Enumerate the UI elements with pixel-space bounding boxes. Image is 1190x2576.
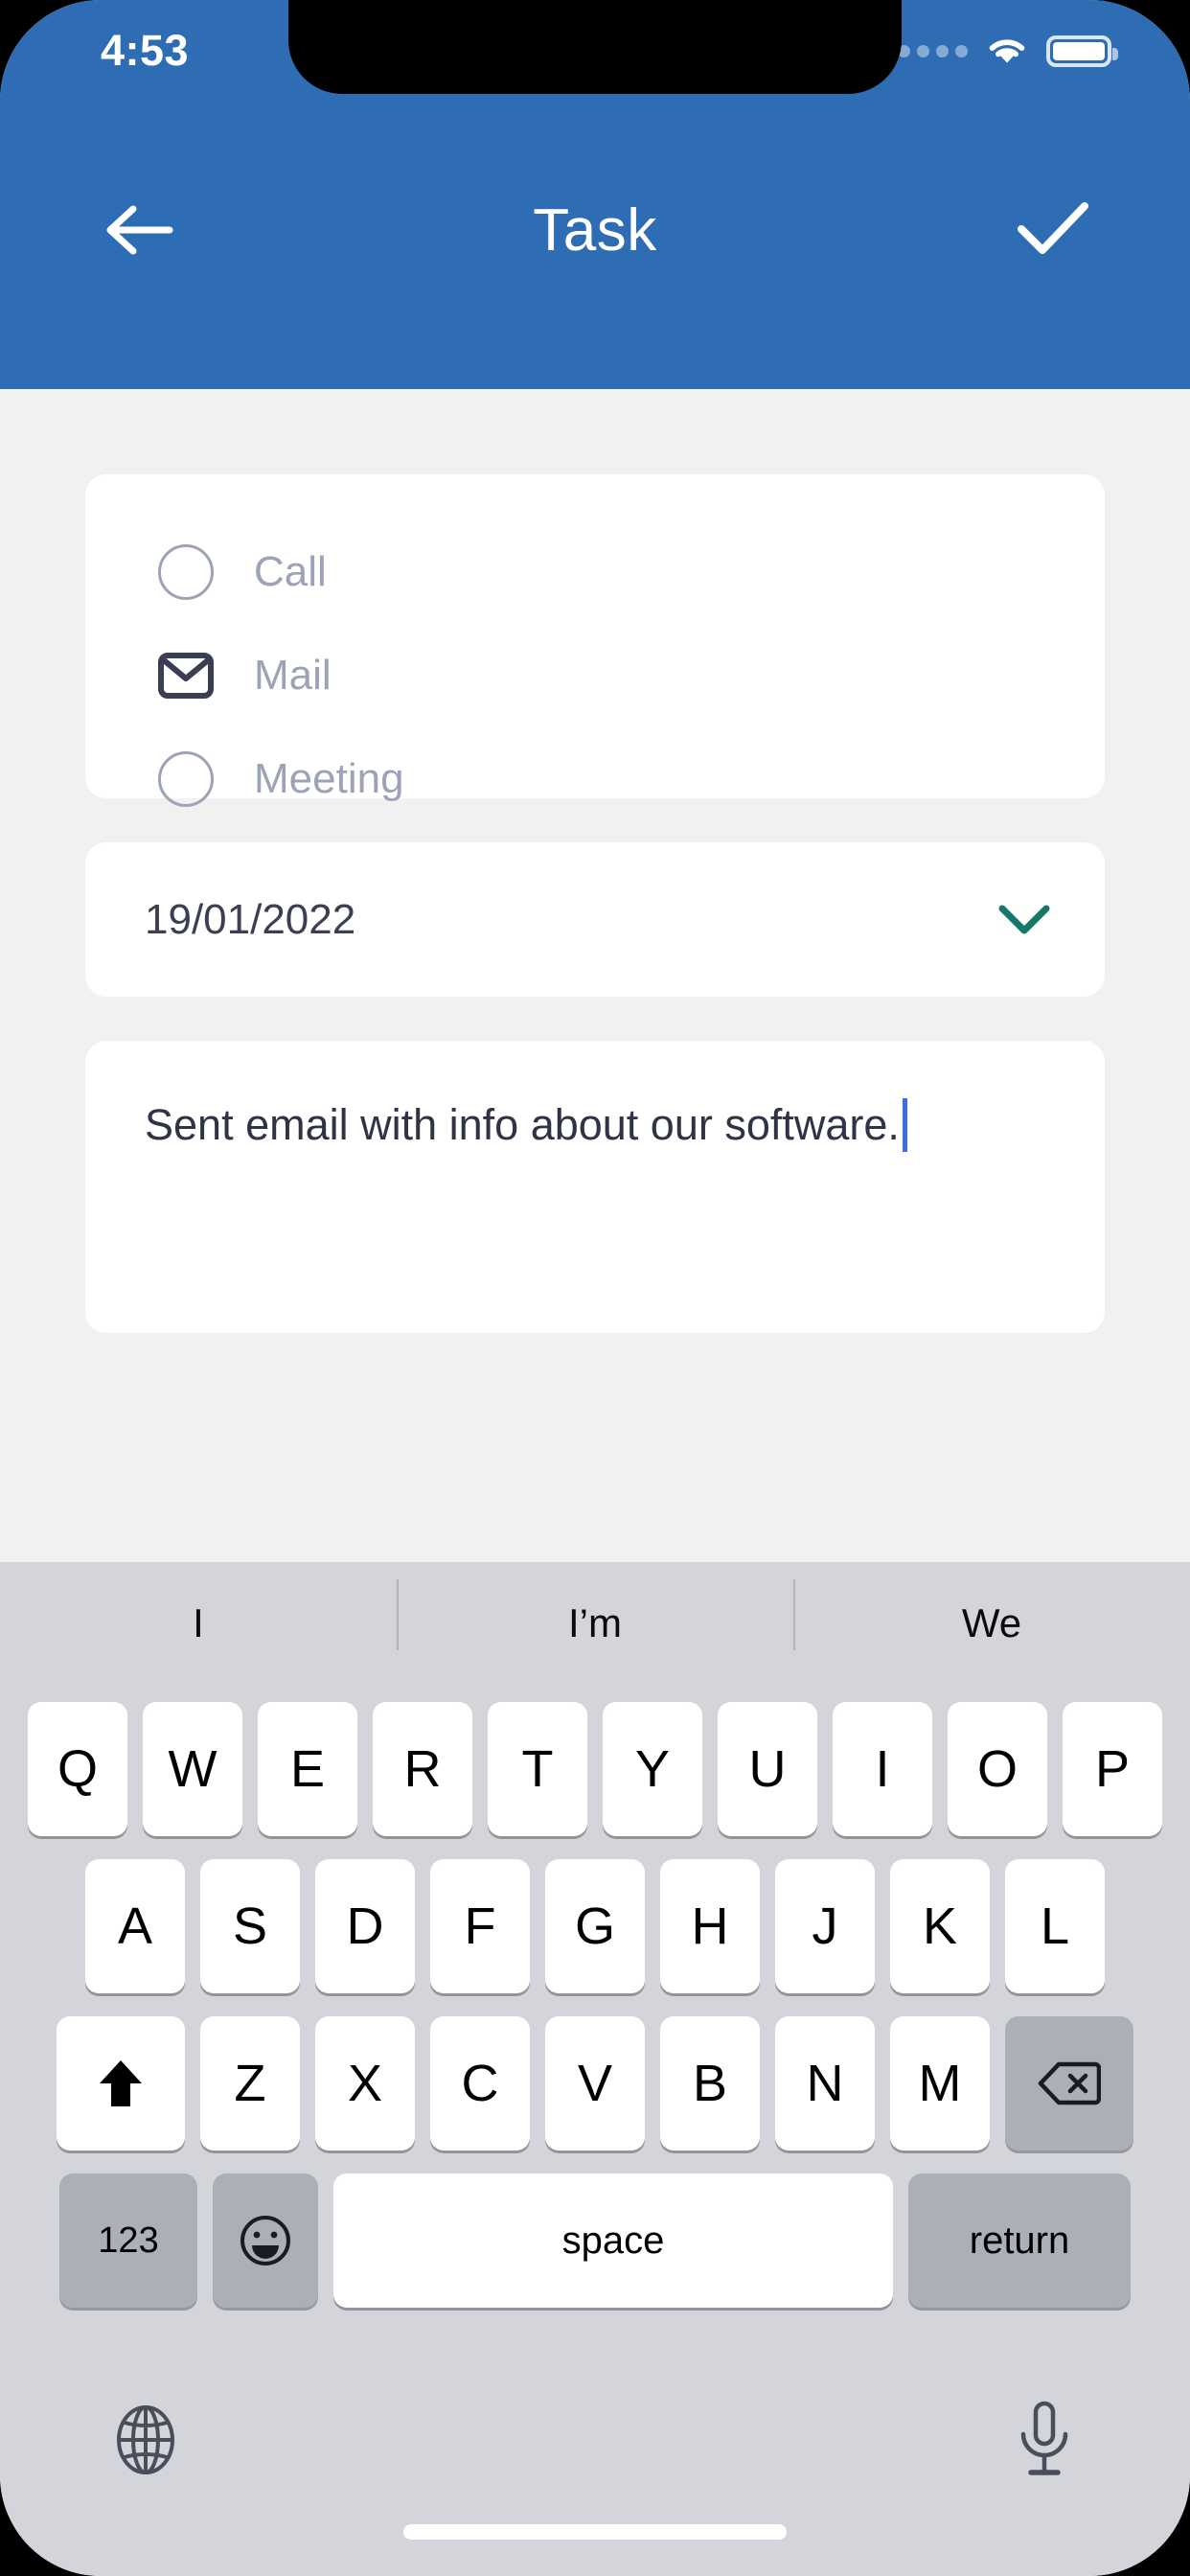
key-u[interactable]: U bbox=[718, 1702, 817, 1836]
key-r[interactable]: R bbox=[373, 1702, 472, 1836]
key-k[interactable]: K bbox=[890, 1859, 990, 1993]
task-type-option-mail[interactable]: Mail bbox=[85, 624, 1105, 727]
key-e[interactable]: E bbox=[258, 1702, 357, 1836]
predictive-suggestion-bar: I I’m We bbox=[0, 1562, 1190, 1685]
date-field[interactable]: 19/01/2022 bbox=[85, 842, 1105, 997]
note-value: Sent email with info about our software. bbox=[145, 1100, 900, 1149]
keyboard-row-1: Q W E R T Y U I O P bbox=[0, 1685, 1190, 1836]
key-c[interactable]: C bbox=[430, 2016, 530, 2150]
status-bar-time: 4:53 bbox=[101, 26, 190, 75]
space-key[interactable]: space bbox=[333, 2174, 893, 2308]
keyboard-bottom-bar bbox=[0, 2384, 1190, 2576]
phone-screen: 4:53 Task Call Mail Meeting 19/01/2022 S… bbox=[0, 0, 1190, 2576]
wifi-icon bbox=[989, 39, 1025, 63]
keyboard-row-3: Z X C V B N M bbox=[0, 2016, 1190, 2150]
microphone-icon bbox=[1020, 2401, 1068, 2475]
date-value: 19/01/2022 bbox=[145, 895, 356, 943]
shift-up-arrow-icon bbox=[100, 2060, 142, 2106]
smiley-face-icon bbox=[240, 2216, 290, 2266]
task-type-option-meeting[interactable]: Meeting bbox=[85, 727, 1105, 831]
app-header: 4:53 Task bbox=[0, 0, 1190, 389]
globe-language-key[interactable] bbox=[100, 2394, 192, 2486]
on-screen-keyboard: I I’m We Q W E R T Y U I O P A S D F G H… bbox=[0, 1562, 1190, 2576]
task-type-card: Call Mail Meeting bbox=[85, 474, 1105, 807]
battery-full-icon bbox=[1046, 34, 1118, 67]
key-z[interactable]: Z bbox=[200, 2016, 300, 2150]
keyboard-row-2: A S D F G H J K L bbox=[0, 1859, 1190, 1993]
emoji-key[interactable] bbox=[213, 2174, 318, 2308]
key-p[interactable]: P bbox=[1063, 1702, 1162, 1836]
note-field[interactable]: Sent email with info about our software. bbox=[85, 1041, 1105, 1333]
task-type-label: Mail bbox=[254, 652, 332, 699]
key-g[interactable]: G bbox=[545, 1859, 645, 1993]
shift-key[interactable] bbox=[57, 2016, 185, 2150]
signal-dots-icon bbox=[898, 44, 968, 58]
numeric-switch-key[interactable]: 123 bbox=[59, 2174, 197, 2308]
key-b[interactable]: B bbox=[660, 2016, 760, 2150]
navigation-bar: Task bbox=[0, 168, 1190, 292]
key-t[interactable]: T bbox=[488, 1702, 587, 1836]
suggestion-item[interactable]: I’m bbox=[397, 1579, 793, 1650]
checkmark-icon bbox=[1018, 202, 1088, 254]
key-q[interactable]: Q bbox=[28, 1702, 127, 1836]
home-indicator[interactable] bbox=[403, 2524, 787, 2540]
key-x[interactable]: X bbox=[315, 2016, 415, 2150]
key-f[interactable]: F bbox=[430, 1859, 530, 1993]
suggestion-item[interactable]: I bbox=[0, 1600, 397, 1646]
key-v[interactable]: V bbox=[545, 2016, 645, 2150]
text-cursor bbox=[902, 1098, 907, 1152]
key-n[interactable]: N bbox=[775, 2016, 875, 2150]
backspace-key[interactable] bbox=[1005, 2016, 1133, 2150]
dictation-key[interactable] bbox=[998, 2394, 1090, 2486]
task-type-option-call[interactable]: Call bbox=[85, 520, 1105, 624]
key-m[interactable]: M bbox=[890, 2016, 990, 2150]
key-s[interactable]: S bbox=[200, 1859, 300, 1993]
key-h[interactable]: H bbox=[660, 1859, 760, 1993]
keyboard-row-4: 123 space return bbox=[0, 2174, 1190, 2308]
status-bar-indicators bbox=[898, 34, 1118, 67]
key-j[interactable]: J bbox=[775, 1859, 875, 1993]
key-d[interactable]: D bbox=[315, 1859, 415, 1993]
globe-icon bbox=[117, 2405, 174, 2474]
key-w[interactable]: W bbox=[143, 1702, 242, 1836]
backspace-delete-icon bbox=[1038, 2061, 1101, 2105]
circle-outline-icon bbox=[158, 544, 214, 600]
key-y[interactable]: Y bbox=[603, 1702, 702, 1836]
chevron-down-icon[interactable] bbox=[997, 904, 1051, 936]
device-notch bbox=[288, 0, 902, 94]
return-key[interactable]: return bbox=[908, 2174, 1131, 2308]
circle-outline-icon bbox=[158, 751, 214, 807]
confirm-save-button[interactable] bbox=[1000, 177, 1106, 283]
key-o[interactable]: O bbox=[948, 1702, 1047, 1836]
task-type-label: Call bbox=[254, 548, 327, 595]
task-type-label: Meeting bbox=[254, 755, 404, 802]
suggestion-item[interactable]: We bbox=[793, 1579, 1190, 1650]
key-i[interactable]: I bbox=[833, 1702, 932, 1836]
key-a[interactable]: A bbox=[85, 1859, 185, 1993]
envelope-icon bbox=[158, 648, 214, 703]
key-l[interactable]: L bbox=[1005, 1859, 1105, 1993]
task-form: Call Mail Meeting 19/01/2022 Sent email … bbox=[0, 389, 1190, 1562]
